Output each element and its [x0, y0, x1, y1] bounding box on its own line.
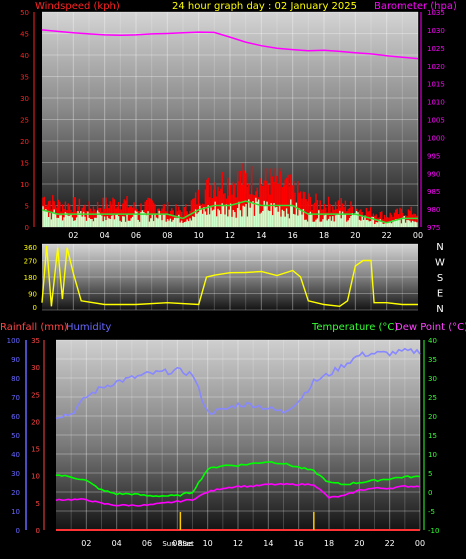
temp-x-tick-label: 14: [263, 539, 273, 548]
wind-x-tick-label: 14: [256, 231, 266, 240]
temp-y-tick-label: 0: [428, 489, 432, 497]
rain-y-tick-label: 0: [36, 527, 40, 535]
temp-x-tick-label: 06: [142, 539, 152, 548]
baro-y-tick-label: 995: [427, 152, 440, 160]
humidity-y-tick-label: 50: [11, 432, 20, 440]
temp-x-tick-label: 10: [203, 539, 213, 548]
baro-y-tick-label: 990: [427, 170, 440, 178]
dewpoint-axis-title: Dew Point (°C): [395, 322, 466, 333]
wind-x-tick-label: 10: [194, 231, 204, 240]
baro-y-tick-label: 1035: [427, 9, 445, 17]
dir-y-tick-label: 90: [28, 291, 37, 299]
wind-y-tick-label: 15: [20, 160, 29, 168]
baro-y-tick-label: 1000: [427, 134, 445, 142]
humidity-axis-title: Humidity: [66, 322, 111, 333]
temp-y-tick-label: 15: [428, 432, 437, 440]
temp-y-tick-label: 40: [428, 337, 437, 345]
wind-x-tick-label: 08: [162, 231, 172, 240]
temp-x-tick-label: 00: [415, 539, 425, 548]
baro-y-tick-label: 1030: [427, 27, 445, 35]
wind-x-tick-label: 04: [100, 231, 110, 240]
temp-y-tick-label: 25: [428, 394, 437, 402]
baro-y-tick-label: 1025: [427, 45, 445, 53]
temp-x-tick-label: 18: [324, 539, 334, 548]
temp-x-tick-label: 12: [233, 539, 243, 548]
wind-x-tick-label: 22: [382, 231, 392, 240]
rain-y-tick-label: 5: [36, 500, 40, 508]
wind-y-tick-label: 20: [20, 138, 29, 146]
humidity-y-tick-label: 40: [11, 451, 20, 459]
baro-y-tick-label: 1015: [427, 81, 445, 89]
dir-y-tick-label: 180: [24, 274, 37, 282]
wind-y-tick-label: 0: [25, 224, 29, 232]
rain-y-tick-label: 25: [31, 391, 40, 399]
sunset-label: Set: [182, 540, 194, 548]
weather-graph: Windspeed (kph) 24 hour graph day : 02 J…: [0, 1, 466, 548]
wind-y-tick-label: 30: [20, 95, 29, 103]
humidity-y-tick-label: 10: [11, 508, 20, 516]
rain-y-tick-label: 10: [31, 473, 40, 481]
temp-y-tick-label: 30: [428, 375, 437, 383]
baro-y-tick-label: 1020: [427, 63, 445, 71]
humidity-y-tick-label: 70: [11, 394, 20, 402]
humidity-y-tick-label: 80: [11, 375, 20, 383]
dir-y-tick-label: 270: [24, 258, 37, 266]
baro-y-tick-label: 980: [427, 206, 440, 214]
temp-x-tick-label: 04: [112, 539, 122, 548]
dir-compass-label: W: [435, 258, 445, 269]
dir-compass-label: S: [437, 273, 443, 284]
baro-y-tick-label: 1010: [427, 99, 445, 107]
wind-y-tick-label: 25: [20, 117, 29, 125]
chart-title: 24 hour graph day : 02 January 2025: [172, 1, 357, 12]
dir-y-tick-label: 360: [24, 244, 37, 252]
temp-y-tick-label: 20: [428, 413, 437, 421]
baro-y-tick-label: 985: [427, 188, 440, 196]
wind-y-tick-label: 40: [20, 52, 29, 60]
temp-x-tick-label: 20: [354, 539, 364, 548]
dir-compass-label: N: [436, 242, 443, 253]
wind-x-tick-label: 18: [319, 231, 329, 240]
humidity-y-tick-label: 100: [7, 337, 20, 345]
rain-y-tick-label: 30: [31, 364, 40, 372]
humidity-y-tick-label: 30: [11, 470, 20, 478]
temp-y-tick-label: 5: [428, 470, 432, 478]
rain-y-tick-label: 20: [31, 418, 40, 426]
wind-y-tick-label: 10: [20, 181, 29, 189]
wind-x-tick-label: 06: [131, 231, 141, 240]
temp-y-tick-label: 10: [428, 451, 437, 459]
dir-y-tick-label: 0: [33, 304, 37, 312]
wind-y-tick-label: 50: [20, 9, 29, 17]
rain-y-tick-label: 35: [31, 337, 40, 345]
wind-x-tick-label: 00: [413, 231, 423, 240]
wind-y-tick-label: 35: [20, 74, 29, 82]
temp-x-tick-label: 02: [81, 539, 91, 548]
rainfall-axis-title: Rainfall (mm): [0, 322, 68, 333]
dir-compass-label: N: [436, 304, 443, 315]
temp-y-tick-label: -5: [428, 508, 435, 516]
rain-y-tick-label: 15: [31, 446, 40, 454]
baro-y-tick-label: 975: [427, 224, 440, 232]
temp-x-tick-label: 22: [385, 539, 395, 548]
windspeed-axis-title: Windspeed (kph): [35, 1, 120, 12]
temp-x-tick-label: 16: [294, 539, 304, 548]
humidity-y-tick-label: 20: [11, 489, 20, 497]
humidity-y-tick-label: 0: [16, 527, 20, 535]
wind-x-tick-label: 20: [350, 231, 360, 240]
wind-x-tick-label: 12: [225, 231, 235, 240]
weather-graph-stage: Windspeed (kph) 24 hour graph day : 02 J…: [0, 0, 466, 555]
humidity-y-tick-label: 90: [11, 356, 20, 364]
wind-x-tick-label: 16: [288, 231, 298, 240]
wind-x-tick-label: 02: [68, 231, 78, 240]
baro-y-tick-label: 1005: [427, 117, 445, 125]
temp-y-tick-label: 35: [428, 356, 437, 364]
temp-y-tick-label: -10: [428, 527, 439, 535]
dir-compass-label: E: [437, 289, 443, 300]
wind-y-tick-label: 45: [20, 31, 29, 39]
temperature-axis-title: Temperature (°C): [311, 322, 398, 333]
humidity-y-tick-label: 60: [11, 413, 20, 421]
wind-y-tick-label: 5: [25, 203, 29, 211]
